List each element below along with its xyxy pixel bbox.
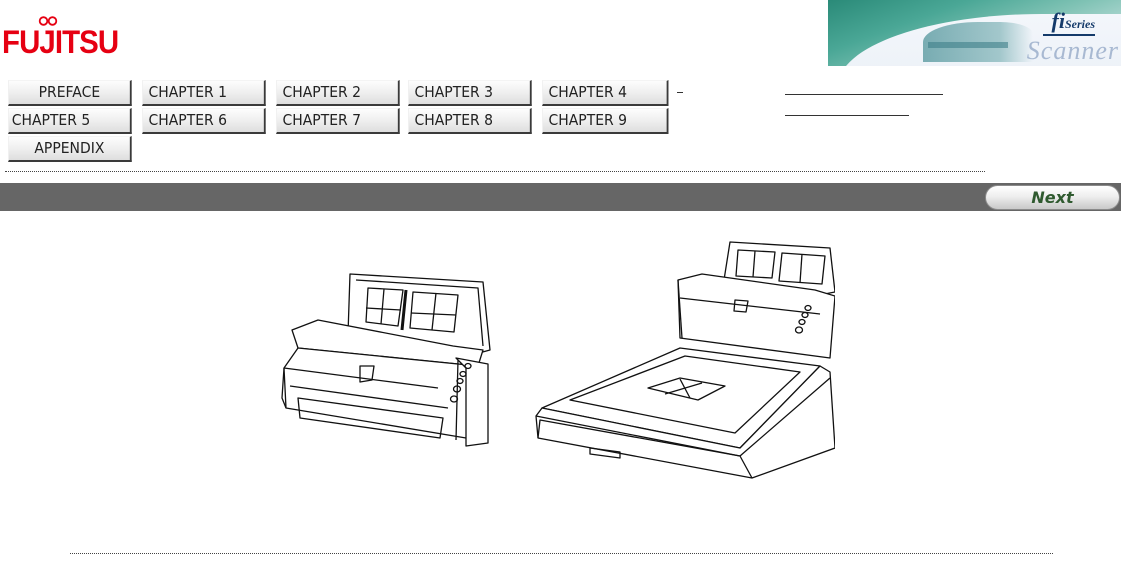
nav-appendix-button[interactable]: APPENDIX	[8, 136, 132, 162]
series-name: fi	[1051, 8, 1065, 33]
nav-chapter-3-button[interactable]: CHAPTER 3	[408, 80, 532, 106]
nav-preface-button[interactable]: PREFACE	[8, 80, 132, 106]
sheet-fed-scanner-illustration	[278, 268, 493, 453]
nav-tick-mark	[677, 92, 683, 93]
next-label: Next	[1031, 188, 1074, 207]
top-link-1[interactable]	[785, 94, 943, 95]
nav-chapter-1-button[interactable]: CHAPTER 1	[142, 80, 266, 106]
series-logo: fiSeries	[1052, 8, 1095, 34]
banner-stripe	[928, 42, 1008, 48]
next-button[interactable]: Next	[985, 185, 1120, 210]
nav-chapter-9-button[interactable]: CHAPTER 9	[542, 108, 669, 134]
nav-chapter-4-button[interactable]: CHAPTER 4	[542, 80, 669, 106]
page-toolbar	[0, 183, 1121, 211]
nav-chapter-5-button[interactable]: CHAPTER 5	[8, 108, 132, 134]
nav-chapter-2-button[interactable]: CHAPTER 2	[276, 80, 400, 106]
banner-tagline: Scanner	[1026, 36, 1119, 65]
series-suffix: Series	[1065, 17, 1095, 31]
top-link-2[interactable]	[785, 115, 909, 116]
flatbed-scanner-illustration	[530, 238, 835, 483]
fi-series-banner: fiSeries Scanner	[828, 0, 1121, 66]
nav-chapter-8-button[interactable]: CHAPTER 8	[408, 108, 532, 134]
nav-chapter-6-button[interactable]: CHAPTER 6	[142, 108, 266, 134]
fujitsu-logo: FUJITSU	[2, 8, 132, 66]
logo-text: FUJITSU	[2, 24, 119, 60]
footer-separator	[70, 553, 1053, 554]
nav-chapter-7-button[interactable]: CHAPTER 7	[276, 108, 400, 134]
nav-separator	[5, 171, 985, 172]
